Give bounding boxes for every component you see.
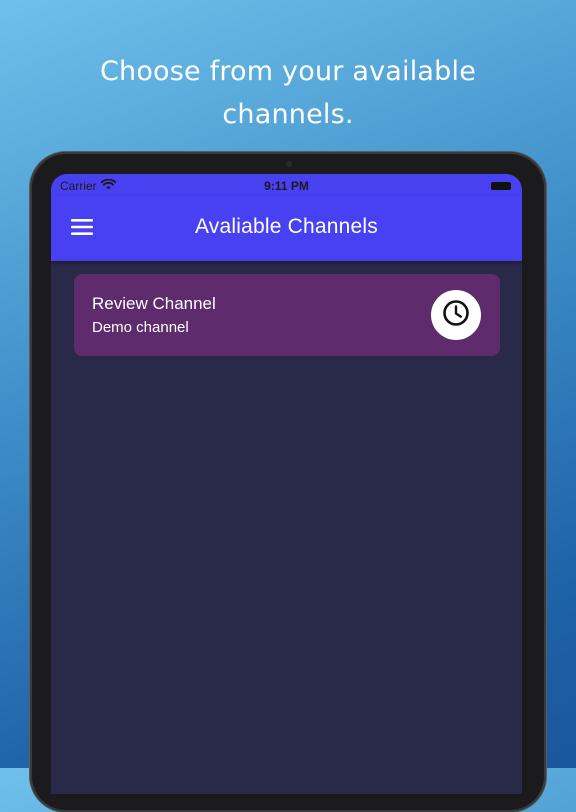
channel-card[interactable]: Review Channel Demo channel bbox=[74, 274, 500, 356]
status-bar: Carrier 9:11 PM bbox=[51, 174, 522, 196]
app-title: Avaliable Channels bbox=[194, 215, 378, 238]
promo-caption-line-2: channels. bbox=[222, 99, 354, 130]
status-time: 9:11 PM bbox=[264, 179, 309, 193]
channel-clock-button[interactable] bbox=[431, 290, 481, 340]
channel-name: Review Channel bbox=[92, 294, 216, 313]
battery-icon bbox=[491, 182, 511, 190]
promo-caption-line-1: Choose from your available bbox=[99, 56, 477, 87]
front-camera bbox=[286, 161, 292, 167]
app-bar: Avaliable Channels bbox=[51, 196, 522, 261]
promo-caption: Choose from your available channels. bbox=[0, 50, 576, 136]
clock-icon bbox=[441, 298, 471, 333]
channel-description: Demo channel bbox=[92, 319, 189, 336]
app-screen: Carrier 9:11 PM Avaliable Channels Revie… bbox=[51, 174, 522, 794]
